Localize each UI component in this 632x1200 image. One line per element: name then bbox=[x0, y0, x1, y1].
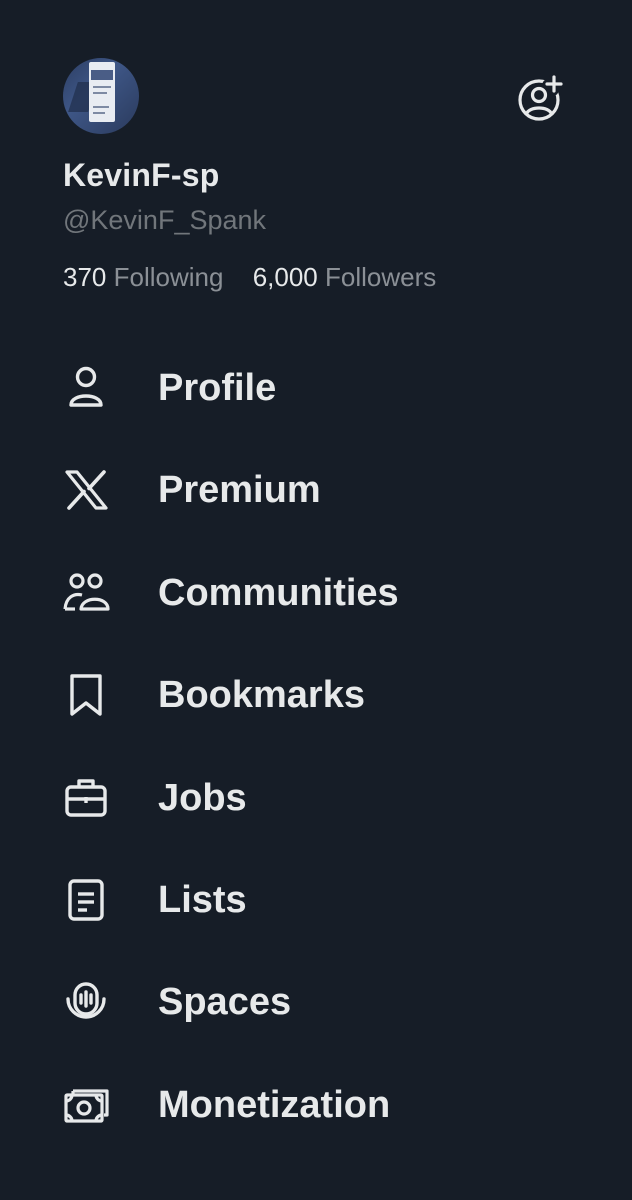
menu-item-communities[interactable]: Communities bbox=[0, 542, 632, 644]
navigation-menu: Profile Premium Communities Bookmarks Jo… bbox=[0, 337, 632, 1156]
person-icon bbox=[60, 365, 112, 411]
menu-item-spaces[interactable]: Spaces bbox=[0, 951, 632, 1053]
menu-label-spaces: Spaces bbox=[158, 981, 292, 1024]
following-count: 370 bbox=[63, 262, 107, 292]
followers-stat[interactable]: 6,000 Followers bbox=[253, 262, 437, 292]
menu-label-profile: Profile bbox=[158, 367, 277, 409]
menu-item-lists[interactable]: Lists bbox=[0, 849, 632, 951]
list-icon bbox=[60, 877, 112, 923]
menu-item-monetization[interactable]: Monetization bbox=[0, 1054, 632, 1156]
followers-label: Followers bbox=[325, 262, 437, 292]
menu-label-lists: Lists bbox=[158, 878, 247, 921]
menu-item-profile[interactable]: Profile bbox=[0, 337, 632, 439]
user-handle: @KevinF_Spank bbox=[63, 205, 267, 235]
add-account-icon[interactable] bbox=[516, 72, 566, 122]
monetization-icon bbox=[60, 1082, 112, 1128]
followers-count: 6,000 bbox=[252, 262, 318, 292]
x-logo-icon bbox=[60, 467, 112, 513]
following-label: Following bbox=[113, 262, 224, 292]
follow-stats: 370 Following 6,000 Followers bbox=[63, 262, 436, 293]
following-stat[interactable]: 370 Following bbox=[63, 262, 231, 292]
menu-label-premium: Premium bbox=[158, 469, 321, 512]
avatar-card-graphic bbox=[89, 62, 115, 122]
communities-icon bbox=[60, 570, 112, 616]
menu-label-jobs: Jobs bbox=[158, 776, 247, 819]
avatar[interactable] bbox=[63, 58, 139, 134]
spaces-icon bbox=[60, 979, 112, 1025]
briefcase-icon bbox=[60, 775, 112, 821]
menu-item-jobs[interactable]: Jobs bbox=[0, 747, 632, 849]
menu-label-bookmarks: Bookmarks bbox=[158, 674, 365, 717]
bookmark-icon bbox=[60, 672, 112, 718]
menu-item-premium[interactable]: Premium bbox=[0, 439, 632, 541]
display-name[interactable]: KevinF-sp bbox=[63, 157, 220, 194]
menu-label-communities: Communities bbox=[158, 571, 399, 614]
menu-item-bookmarks[interactable]: Bookmarks bbox=[0, 644, 632, 746]
menu-label-monetization: Monetization bbox=[158, 1083, 391, 1126]
